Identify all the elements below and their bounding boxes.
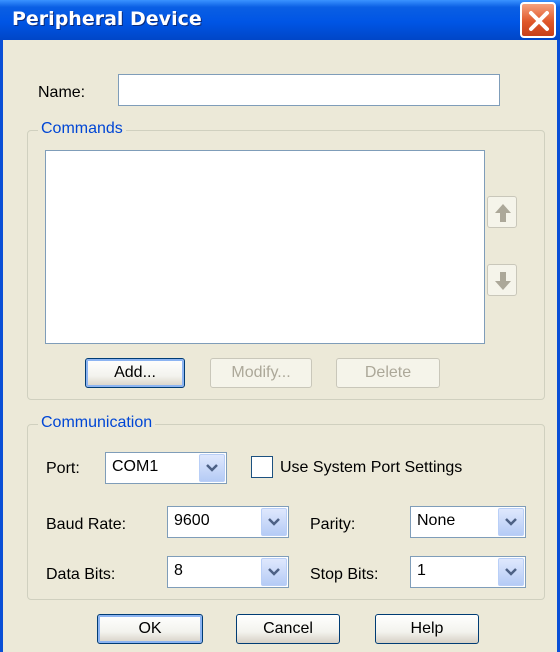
chevron-down-icon [505, 518, 517, 526]
baud-rate-label: Baud Rate: [46, 516, 127, 533]
stop-bits-label: Stop Bits: [310, 566, 379, 583]
use-system-port-checkbox[interactable] [251, 456, 273, 478]
title-bar[interactable]: Peripheral Device [0, 0, 560, 40]
chevron-down-icon [206, 464, 218, 472]
data-bits-select[interactable]: 8 [167, 556, 289, 588]
chevron-down-icon [268, 568, 280, 576]
parity-label: Parity: [310, 516, 356, 533]
data-bits-value: 8 [174, 562, 183, 579]
baud-rate-select[interactable]: 9600 [167, 506, 289, 538]
use-system-port-label[interactable]: Use System Port Settings [280, 459, 462, 477]
commands-list[interactable] [45, 150, 485, 344]
window-title: Peripheral Device [12, 8, 202, 30]
stop-bits-dropdown-button[interactable] [498, 558, 524, 586]
name-input[interactable] [118, 74, 500, 106]
port-select[interactable]: COM1 [105, 452, 227, 484]
delete-command-button[interactable]: Delete [336, 358, 440, 388]
communication-group-title: Communication [38, 414, 156, 432]
close-button[interactable] [520, 2, 556, 38]
chevron-down-icon [268, 518, 280, 526]
data-bits-dropdown-button[interactable] [261, 558, 287, 586]
parity-dropdown-button[interactable] [498, 508, 524, 536]
arrow-up-icon [495, 204, 511, 222]
move-down-button[interactable] [487, 264, 517, 296]
port-value: COM1 [112, 458, 159, 475]
move-up-button[interactable] [487, 196, 517, 228]
stop-bits-value: 1 [417, 562, 426, 579]
modify-command-button[interactable]: Modify... [210, 358, 312, 388]
window-frame-left [0, 40, 3, 652]
stop-bits-select[interactable]: 1 [410, 556, 526, 588]
commands-group-title: Commands [38, 120, 126, 138]
ok-button[interactable]: OK [97, 614, 203, 644]
baud-rate-value: 9600 [174, 512, 210, 529]
parity-select[interactable]: None [410, 506, 526, 538]
cancel-button[interactable]: Cancel [236, 614, 340, 644]
chevron-down-icon [505, 568, 517, 576]
port-dropdown-button[interactable] [199, 454, 225, 482]
help-button[interactable]: Help [375, 614, 479, 644]
peripheral-device-dialog: Peripheral Device Name: Commands Add... … [0, 0, 560, 652]
data-bits-label: Data Bits: [46, 566, 116, 583]
baud-rate-dropdown-button[interactable] [261, 508, 287, 536]
port-label: Port: [46, 460, 80, 477]
parity-value: None [417, 512, 456, 529]
close-icon [529, 11, 549, 31]
name-label: Name: [38, 84, 86, 101]
arrow-down-icon [495, 272, 511, 290]
add-command-button[interactable]: Add... [85, 358, 185, 388]
